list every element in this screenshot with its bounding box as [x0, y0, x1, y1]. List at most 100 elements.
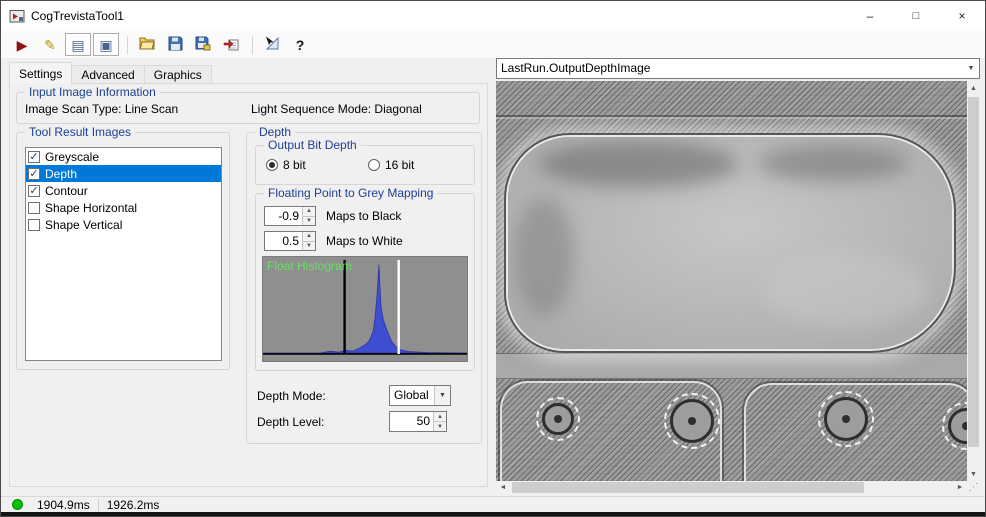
scroll-down-icon[interactable]: ▼ [967, 467, 980, 481]
group-title: Tool Result Images [25, 125, 135, 139]
depth-group: Depth Output Bit Depth 8 bit 16 bit Floa… [246, 132, 482, 444]
settings-panel: Input Image Information Image Scan Type:… [9, 83, 488, 487]
maps-to-black-spinner[interactable]: -0.9 ▲▼ [264, 206, 316, 226]
group-title: Output Bit Depth [264, 138, 361, 152]
vertical-scroll-thumb[interactable] [968, 97, 979, 447]
status-led [12, 499, 23, 510]
tool-result-item[interactable]: Greyscale [26, 148, 221, 165]
spin-down-icon[interactable]: ▼ [434, 422, 446, 431]
edit-pencil-button[interactable]: ✎ [37, 33, 63, 56]
vertical-scrollbar[interactable]: ▲ ▼ [967, 81, 980, 481]
tab-settings[interactable]: Settings [9, 62, 72, 84]
group-title: Floating Point to Grey Mapping [264, 186, 437, 200]
image-region-line [496, 115, 967, 117]
result-image-selector-value: LastRun.OutputDepthImage [497, 59, 963, 78]
checkbox-icon[interactable] [28, 151, 40, 163]
scroll-up-icon[interactable]: ▲ [967, 81, 980, 95]
tool-result-label: Greyscale [45, 150, 99, 164]
import-icon [223, 36, 239, 54]
image-scan-type-label: Image Scan Type: Line Scan [25, 102, 178, 116]
help-button[interactable]: ? [287, 33, 313, 56]
float-histogram: Float Histogram [262, 256, 468, 362]
close-button[interactable]: × [939, 1, 985, 31]
chevron-down-icon: ▼ [963, 59, 979, 78]
group-title: Depth [255, 125, 295, 139]
help-icon: ? [296, 38, 305, 52]
blob-smudge [514, 197, 574, 317]
results-grid-icon: ▤ [71, 38, 84, 52]
depth-level-label: Depth Level: [257, 415, 324, 429]
blob-smudge [758, 145, 908, 181]
results-grid-button[interactable]: ▤ [65, 33, 91, 56]
spin-down-icon[interactable]: ▼ [303, 242, 315, 251]
tab-advanced[interactable]: Advanced [72, 65, 144, 84]
depth-level-spinner[interactable]: 50 ▲▼ [389, 411, 447, 432]
statusbar-divider [98, 499, 99, 511]
scroll-right-icon[interactable]: ► [953, 481, 967, 494]
horizontal-scroll-thumb[interactable] [512, 482, 864, 493]
spin-down-icon[interactable]: ▼ [303, 217, 315, 226]
spin-up-icon[interactable]: ▲ [303, 232, 315, 242]
depth-mode-dropdown[interactable]: Global ▼ [389, 385, 451, 406]
app-window: CogTrevistaTool1 – □ × ▶ ✎ ▤ ▣ ? [0, 0, 986, 517]
checkbox-icon[interactable] [28, 202, 40, 214]
float-mapping-group: Floating Point to Grey Mapping -0.9 ▲▼ M… [255, 193, 475, 371]
toolbar-separator [252, 36, 253, 54]
tool-result-label: Contour [45, 184, 88, 198]
result-image-selector[interactable]: LastRun.OutputDepthImage ▼ [496, 58, 980, 79]
spinner-value[interactable]: 0.5 [265, 232, 302, 250]
depth-mode-label: Depth Mode: [257, 389, 326, 403]
app-icon [9, 8, 25, 24]
run-icon: ▶ [17, 38, 28, 52]
radio-label: 8 bit [283, 158, 306, 172]
run-button[interactable]: ▶ [9, 33, 35, 56]
open-folder-icon [139, 36, 155, 53]
checkbox-icon[interactable] [28, 219, 40, 231]
radio-icon[interactable] [368, 159, 380, 171]
tab-graphics[interactable]: Graphics [145, 65, 212, 84]
checkbox-icon[interactable] [28, 185, 40, 197]
spinner-value[interactable]: -0.9 [265, 207, 302, 225]
spin-up-icon[interactable]: ▲ [303, 207, 315, 217]
save-button[interactable] [162, 33, 188, 56]
tool-result-item[interactable]: Shape Horizontal [26, 199, 221, 216]
save-floppy-icon [168, 36, 183, 54]
chevron-down-icon: ▼ [434, 386, 450, 405]
depth-image-viewport[interactable] [496, 81, 967, 481]
save-image-button[interactable] [190, 33, 216, 56]
scroll-left-icon[interactable]: ◄ [496, 481, 510, 494]
group-title: Input Image Information [25, 85, 160, 99]
maps-to-white-spinner[interactable]: 0.5 ▲▼ [264, 231, 316, 251]
open-file-button[interactable] [134, 33, 160, 56]
maximize-button[interactable]: □ [893, 1, 939, 31]
radio-icon[interactable] [266, 159, 278, 171]
tool-result-item[interactable]: Shape Vertical [26, 216, 221, 233]
spinner-value[interactable]: 50 [390, 412, 433, 431]
tab-strip: Settings Advanced Graphics [9, 62, 212, 84]
statusbar: 1904.9ms 1926.2ms [1, 496, 985, 512]
tool-result-item[interactable]: Contour [26, 182, 221, 199]
checkbox-icon[interactable] [28, 168, 40, 180]
radio-8bit[interactable]: 8 bit [266, 158, 306, 172]
radio-16bit[interactable]: 16 bit [368, 158, 414, 172]
spin-up-icon[interactable]: ▲ [434, 412, 446, 422]
blob-smudge [538, 141, 738, 187]
new-window-button[interactable]: ▣ [93, 33, 119, 56]
tool-result-label: Shape Vertical [45, 218, 122, 232]
window-title: CogTrevistaTool1 [31, 9, 124, 23]
measure-ruler-icon [264, 35, 280, 54]
blob-smudge [763, 252, 928, 327]
resize-gripper[interactable]: ⋰ [967, 481, 980, 494]
import-button[interactable] [218, 33, 244, 56]
total-time: 1926.2ms [101, 498, 166, 512]
tool-result-images-list: Greyscale Depth Contour Shape Horizontal… [25, 147, 222, 361]
run-time: 1904.9ms [31, 498, 96, 512]
maps-to-black-label: Maps to Black [326, 209, 401, 223]
depth-mode-value: Global [390, 386, 434, 405]
minimize-button[interactable]: – [847, 1, 893, 31]
tool-result-item[interactable]: Depth [26, 165, 221, 182]
fiducial-circle [818, 391, 874, 447]
measure-button[interactable] [259, 33, 285, 56]
horizontal-scrollbar[interactable]: ◄ ► [496, 481, 967, 494]
tool-result-images-group: Tool Result Images Greyscale Depth Conto… [16, 132, 230, 370]
